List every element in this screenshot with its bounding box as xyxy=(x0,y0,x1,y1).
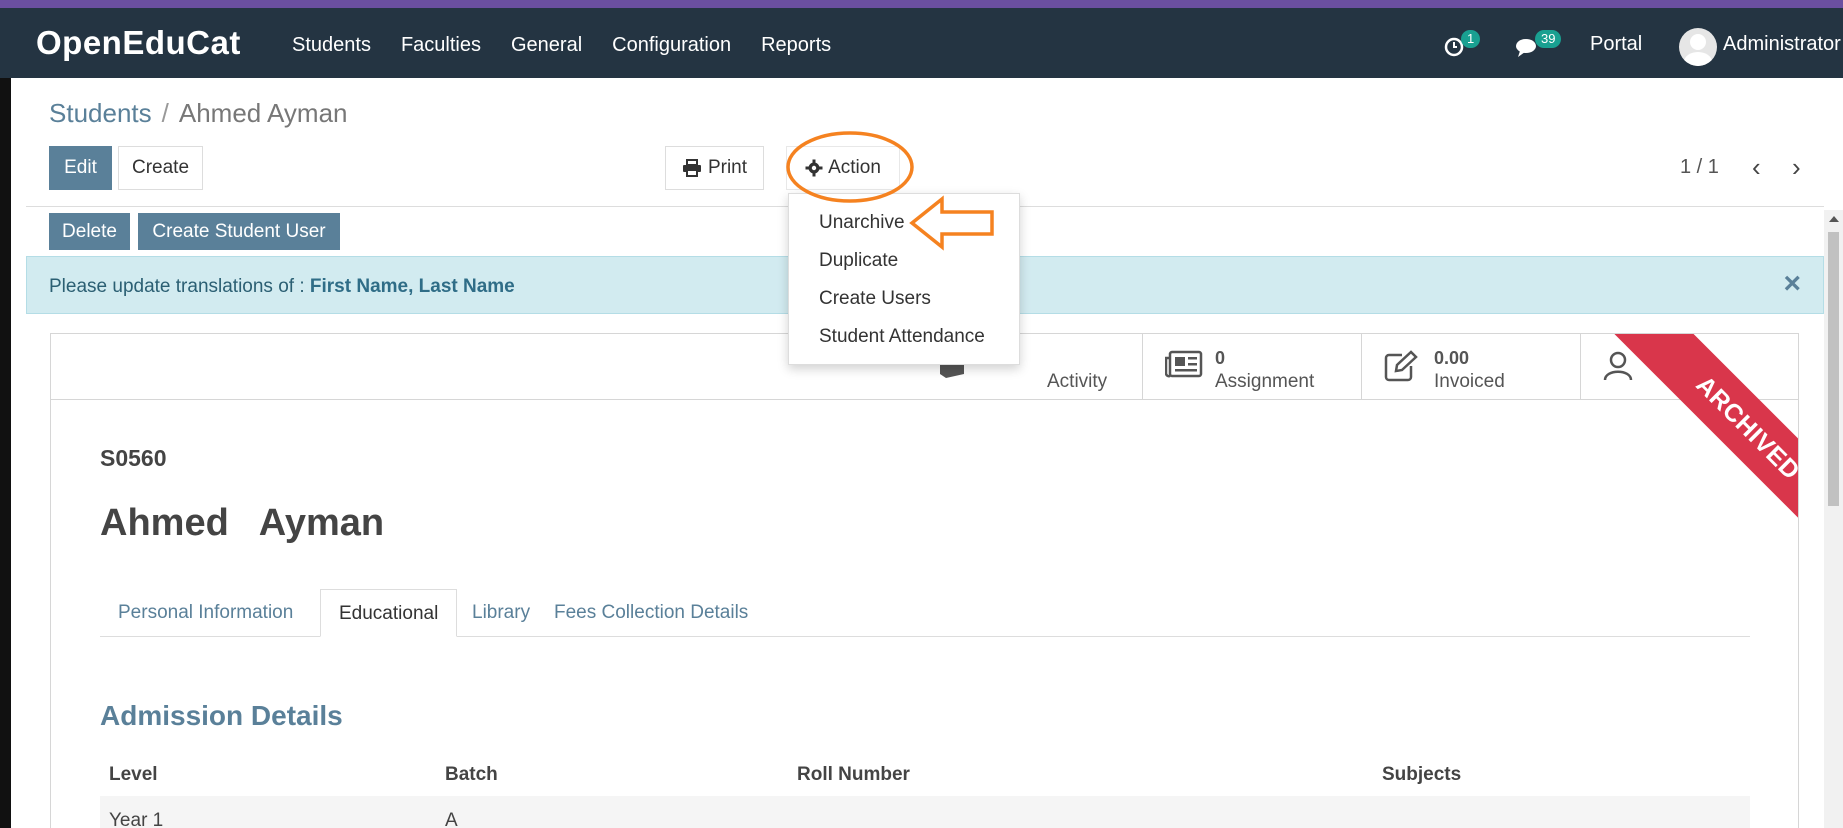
action-dropdown-menu: Unarchive Duplicate Create Users Student… xyxy=(788,193,1020,365)
action-label: Action xyxy=(828,157,881,178)
menu-students[interactable]: Students xyxy=(292,34,371,57)
tab-educational[interactable]: Educational xyxy=(320,589,458,637)
edit-button[interactable]: Edit xyxy=(49,146,112,190)
scrollbar-thumb[interactable] xyxy=(1828,232,1839,506)
delete-button[interactable]: Delete xyxy=(49,213,130,250)
invoiced-stat-button[interactable]: 0.00 Invoiced xyxy=(1361,334,1580,400)
menu-item-unarchive[interactable]: Unarchive xyxy=(819,212,905,234)
menu-item-create-users[interactable]: Create Users xyxy=(819,288,931,310)
create-button[interactable]: Create xyxy=(118,146,203,190)
student-first-name: Ahmed xyxy=(100,502,229,544)
tab-fees-collection-details[interactable]: Fees Collection Details xyxy=(536,589,766,637)
alert-message: Please update translations of : First Na… xyxy=(49,276,515,298)
main-menu: Students Faculties General Configuration… xyxy=(292,34,861,57)
menu-reports[interactable]: Reports xyxy=(761,34,831,57)
page-scrollbar[interactable] xyxy=(1824,210,1843,828)
newspaper-icon xyxy=(1165,350,1203,378)
edit-icon xyxy=(1384,350,1418,382)
student-name: Ahmed Ayman xyxy=(100,502,414,545)
user-avatar-icon xyxy=(1684,34,1712,66)
admission-details-title: Admission Details xyxy=(100,700,343,731)
user-menu[interactable]: Administrator xyxy=(1723,33,1841,56)
breadcrumb-current: Ahmed Ayman xyxy=(178,98,348,128)
cell-level: Year 1 xyxy=(109,810,164,828)
menu-item-student-attendance[interactable]: Student Attendance xyxy=(819,326,985,348)
column-header-subjects[interactable]: Subjects xyxy=(1382,764,1461,786)
breadcrumb-separator: / xyxy=(161,98,169,128)
menu-item-duplicate[interactable]: Duplicate xyxy=(819,250,898,272)
window-top-strip xyxy=(0,0,1843,8)
form-sheet: Activity 0 Assignment 0.00 Invoiced ARCH… xyxy=(50,333,1799,828)
main-navbar: OpenEduCat Students Faculties General Co… xyxy=(0,8,1843,78)
pager-next-icon[interactable]: › xyxy=(1792,152,1801,183)
user-avatar[interactable] xyxy=(1679,28,1717,66)
invoiced-stat-label: Invoiced xyxy=(1434,371,1505,392)
student-code: S0560 xyxy=(100,445,167,471)
assignment-stat-label: Assignment xyxy=(1215,371,1315,392)
activity-count-badge: 1 xyxy=(1461,30,1481,48)
print-label: Print xyxy=(707,157,748,178)
create-student-user-button[interactable]: Create Student User xyxy=(138,213,340,250)
table-row[interactable]: Year 1 A xyxy=(100,796,1750,828)
assignment-stat-button[interactable]: 0 Assignment xyxy=(1142,334,1361,400)
action-button[interactable]: Action xyxy=(786,146,900,190)
tab-library[interactable]: Library xyxy=(454,589,548,637)
column-header-batch[interactable]: Batch xyxy=(445,764,498,786)
messages-count-badge: 39 xyxy=(1535,30,1562,48)
assignment-stat-value: 0 xyxy=(1215,348,1226,368)
menu-faculties[interactable]: Faculties xyxy=(401,34,481,57)
menu-general[interactable]: General xyxy=(511,34,582,57)
scroll-up-icon[interactable] xyxy=(1829,216,1839,222)
menu-configuration[interactable]: Configuration xyxy=(612,34,731,57)
left-edge-bar xyxy=(0,78,11,828)
print-button[interactable]: Print xyxy=(665,146,764,190)
brand-logo[interactable]: OpenEduCat xyxy=(36,24,241,62)
alert-text: Please update translations of : xyxy=(49,276,310,297)
alert-fields: First Name, Last Name xyxy=(309,276,515,297)
pager-value[interactable]: 1 / 1 xyxy=(1680,156,1719,179)
printer-icon xyxy=(682,159,701,177)
student-last-name: Ayman xyxy=(258,502,385,544)
cell-batch: A xyxy=(445,810,458,828)
portal-link[interactable]: Portal xyxy=(1590,33,1642,56)
tab-personal-information[interactable]: Personal Information xyxy=(100,589,311,637)
activity-stat-label: Activity xyxy=(1047,371,1108,392)
archived-ribbon: ARCHIVED xyxy=(1611,334,1798,563)
breadcrumb: Students / Ahmed Ayman xyxy=(49,98,348,129)
alert-close-icon[interactable]: × xyxy=(1783,267,1801,301)
column-header-roll-number[interactable]: Roll Number xyxy=(797,764,910,786)
admission-table-header: Level Batch Roll Number Subjects xyxy=(100,756,1750,796)
gear-icon xyxy=(805,159,823,177)
invoiced-stat-value: 0.00 xyxy=(1434,348,1470,368)
archived-ribbon-container: ARCHIVED xyxy=(1571,334,1798,563)
pager-previous-icon[interactable]: ‹ xyxy=(1752,152,1761,183)
column-header-level[interactable]: Level xyxy=(109,764,158,786)
form-tabs: Personal Information Educational Library… xyxy=(100,589,1750,637)
breadcrumb-students[interactable]: Students xyxy=(49,98,152,128)
systray: 1 39 Portal Administrator xyxy=(1423,28,1843,68)
